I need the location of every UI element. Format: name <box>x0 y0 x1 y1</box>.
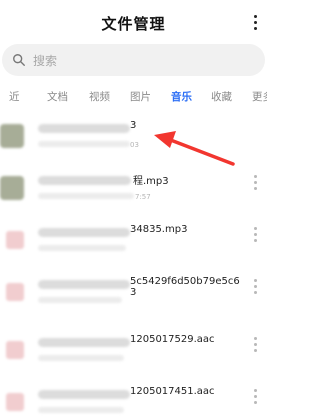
more-options-icon[interactable] <box>254 15 258 31</box>
more-options-icon[interactable] <box>254 227 258 243</box>
file-name-visible: 1205017451.aac <box>130 386 215 397</box>
file-row[interactable]: 程.mp3 7:57 <box>0 165 267 213</box>
file-name-visible: 程.mp3 <box>133 176 169 187</box>
blurred-file-meta <box>38 193 134 199</box>
file-row[interactable]: 1205017451.aac <box>0 379 267 417</box>
file-meta-visible: 03 <box>130 141 139 149</box>
tab-videos[interactable]: 视频 <box>89 89 110 104</box>
blurred-file-name <box>38 228 130 237</box>
file-meta-visible: 7:57 <box>135 193 151 201</box>
file-row[interactable]: 3 03 <box>0 113 267 161</box>
tab-music[interactable]: 音乐 <box>171 89 192 104</box>
blurred-file-name <box>38 390 130 399</box>
blurred-file-name <box>38 124 130 133</box>
file-name-visible: 1205017529.aac <box>130 334 215 345</box>
tab-recent[interactable]: 近 <box>9 89 20 104</box>
file-list: 3 03 程.mp3 7:57 34835.mp3 5c5429f6d50b79… <box>0 113 267 417</box>
category-tabs: 近 文档 视频 图片 音乐 收藏 更多 <box>0 85 267 107</box>
blurred-file-name <box>38 176 131 185</box>
more-options-icon[interactable] <box>254 175 258 191</box>
blurred-file-meta <box>38 245 126 251</box>
search-bar[interactable]: 搜索 <box>2 44 265 76</box>
audio-file-icon <box>6 283 24 301</box>
blurred-file-name <box>38 338 130 347</box>
tab-images[interactable]: 图片 <box>130 89 151 104</box>
blurred-file-meta <box>38 141 130 147</box>
top-bar: 文件管理 <box>0 0 267 42</box>
tab-documents[interactable]: 文档 <box>47 89 68 104</box>
file-name-visible-line1: 5c5429f6d50b79e5c6 <box>130 276 240 287</box>
audio-file-icon <box>6 341 24 359</box>
blurred-file-meta <box>38 297 122 303</box>
audio-file-icon <box>6 231 24 249</box>
file-row[interactable]: 34835.mp3 <box>0 217 267 265</box>
blurred-file-name <box>38 280 130 289</box>
file-thumbnail <box>0 124 24 148</box>
blurred-file-meta <box>38 355 124 361</box>
more-options-icon[interactable] <box>254 389 258 405</box>
tab-more[interactable]: 更多 <box>252 89 267 104</box>
file-name-visible: 34835.mp3 <box>130 224 188 235</box>
file-name-visible: 3 <box>130 120 137 131</box>
audio-file-icon <box>6 393 24 411</box>
more-options-icon[interactable] <box>254 279 258 295</box>
tab-favorites[interactable]: 收藏 <box>211 89 232 104</box>
more-options-icon[interactable] <box>254 337 258 353</box>
blurred-file-meta <box>38 407 124 413</box>
file-manager-screen: 文件管理 搜索 近 文档 视频 图片 音乐 收藏 更多 3 03 程.mp <box>0 0 267 417</box>
search-placeholder: 搜索 <box>33 54 58 68</box>
page-title: 文件管理 <box>101 15 166 33</box>
file-thumbnail <box>0 176 24 200</box>
file-name-visible-line2: 3 <box>130 287 137 298</box>
file-row[interactable]: 5c5429f6d50b79e5c6 3 <box>0 269 267 317</box>
search-icon <box>13 54 25 66</box>
file-row[interactable]: 1205017529.aac <box>0 327 267 375</box>
